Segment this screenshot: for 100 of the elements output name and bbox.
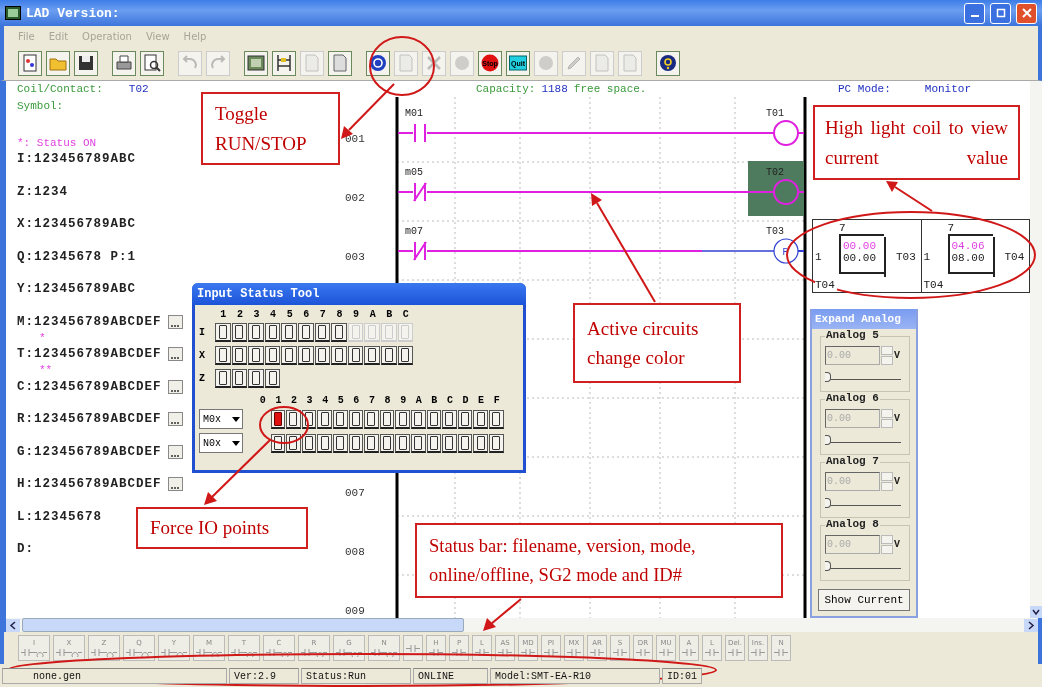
column-number: 0 [258, 394, 267, 407]
io-point-toggle[interactable] [331, 323, 347, 342]
io-point-toggle[interactable] [317, 409, 332, 429]
io-point-toggle[interactable] [379, 433, 395, 453]
io-point-toggle[interactable] [473, 433, 488, 453]
io-point-toggle[interactable] [364, 433, 379, 453]
io-point-toggle[interactable] [457, 433, 473, 453]
io-point-toggle[interactable] [264, 323, 281, 342]
io-point-toggle[interactable] [286, 433, 301, 453]
close-button[interactable] [1016, 2, 1037, 24]
toolbar-button[interactable] [74, 50, 98, 76]
toolbar-button[interactable] [656, 50, 680, 76]
analog-slider[interactable] [825, 371, 901, 380]
io-point-toggle[interactable] [488, 409, 504, 429]
analog-slider[interactable] [825, 434, 901, 443]
io-point-toggle[interactable] [395, 433, 410, 453]
more-button[interactable] [167, 379, 183, 394]
io-point-toggle[interactable] [380, 346, 397, 365]
io-point-toggle[interactable] [264, 346, 281, 365]
toolbar-button[interactable] [244, 50, 268, 76]
element-button[interactable] [403, 635, 423, 661]
io-point-toggle[interactable] [397, 346, 414, 365]
io-point-toggle[interactable] [348, 409, 364, 429]
io-point-toggle[interactable] [488, 433, 504, 453]
bank-dropdown[interactable]: M0x [199, 409, 243, 429]
menu-item[interactable]: File [18, 30, 35, 42]
toolbar-button[interactable] [140, 50, 164, 76]
io-point-toggle[interactable] [248, 346, 264, 365]
scroll-thumb[interactable] [22, 618, 464, 632]
io-point-toggle[interactable] [457, 409, 473, 429]
analog-slider[interactable] [825, 497, 901, 506]
io-point-toggle[interactable] [331, 346, 347, 365]
toolbar-button[interactable] [18, 50, 42, 76]
io-point-toggle[interactable] [281, 323, 297, 342]
io-point-toggle[interactable] [332, 409, 348, 429]
bank-dropdown[interactable]: N0x [199, 433, 243, 453]
io-point-toggle[interactable] [442, 433, 457, 453]
io-point-toggle[interactable] [314, 346, 331, 365]
io-point-toggle[interactable] [231, 323, 248, 342]
toolbar-button[interactable] [366, 50, 390, 76]
io-point-toggle[interactable] [215, 369, 231, 388]
timer-mode: 1 [815, 251, 823, 263]
scroll-down-icon[interactable] [1030, 606, 1042, 618]
io-point-toggle[interactable] [314, 323, 331, 342]
io-point-toggle[interactable] [270, 409, 286, 429]
io-point-toggle[interactable] [426, 433, 442, 453]
io-point-toggle[interactable] [301, 433, 317, 453]
contact-coil-icon [196, 648, 222, 657]
more-button[interactable] [167, 347, 183, 361]
analog-slider[interactable] [825, 560, 901, 569]
io-point-toggle[interactable] [248, 369, 264, 388]
io-point-toggle[interactable] [317, 433, 332, 453]
io-point-toggle[interactable] [215, 346, 231, 365]
io-point-toggle[interactable] [248, 323, 264, 342]
io-point-toggle[interactable] [297, 346, 314, 365]
column-number: 7 [367, 394, 376, 407]
status-line: Y:123456789ABC [17, 282, 137, 296]
scroll-left-icon[interactable] [6, 618, 20, 632]
io-point-toggle[interactable] [348, 433, 364, 453]
io-point-toggle[interactable] [215, 323, 231, 342]
timer-type: 7 [839, 222, 847, 234]
more-button[interactable] [167, 477, 183, 491]
maximize-button[interactable] [990, 2, 1011, 24]
minimize-button[interactable] [964, 2, 985, 24]
io-point-toggle[interactable] [364, 409, 379, 429]
toolbar-button[interactable] [272, 50, 296, 76]
vertical-scrollbar[interactable] [1030, 81, 1042, 618]
io-point-toggle[interactable] [264, 369, 281, 388]
menu-item[interactable]: Operation [82, 30, 132, 42]
menu-item[interactable]: Help [183, 30, 207, 42]
menu-item[interactable]: Edit [48, 30, 69, 42]
column-number: 8 [335, 309, 344, 321]
io-point-toggle[interactable] [231, 369, 248, 388]
more-button[interactable] [167, 444, 183, 459]
io-point-toggle[interactable] [231, 346, 248, 365]
status-line: C:123456789ABCDEF [17, 379, 162, 394]
io-point-toggle[interactable] [286, 409, 301, 429]
io-point-toggle[interactable] [410, 433, 426, 453]
scroll-right-icon[interactable] [1024, 618, 1038, 632]
horizontal-scrollbar[interactable] [0, 618, 1042, 632]
io-point-toggle[interactable] [332, 433, 348, 453]
io-point-toggle[interactable] [426, 409, 442, 429]
io-point-toggle[interactable] [473, 409, 488, 429]
io-point-toggle[interactable] [379, 409, 395, 429]
page-icon [331, 54, 349, 72]
io-point-toggle[interactable] [364, 346, 380, 365]
menu-item[interactable]: View [145, 30, 170, 42]
show-current-button[interactable]: Show Current [818, 589, 910, 611]
io-point-toggle[interactable] [410, 409, 426, 429]
more-button[interactable] [167, 314, 183, 329]
column-number: 4 [269, 309, 278, 321]
analog-label: Analog 8 [825, 518, 880, 530]
circle-icon [537, 54, 555, 72]
more-button[interactable] [167, 412, 183, 426]
io-point-toggle[interactable] [297, 323, 314, 342]
io-point-toggle[interactable] [347, 346, 364, 365]
io-point-toggle[interactable] [395, 409, 410, 429]
io-point-toggle[interactable] [442, 409, 457, 429]
contact-coil-icon [301, 648, 327, 657]
io-point-toggle[interactable] [281, 346, 297, 365]
